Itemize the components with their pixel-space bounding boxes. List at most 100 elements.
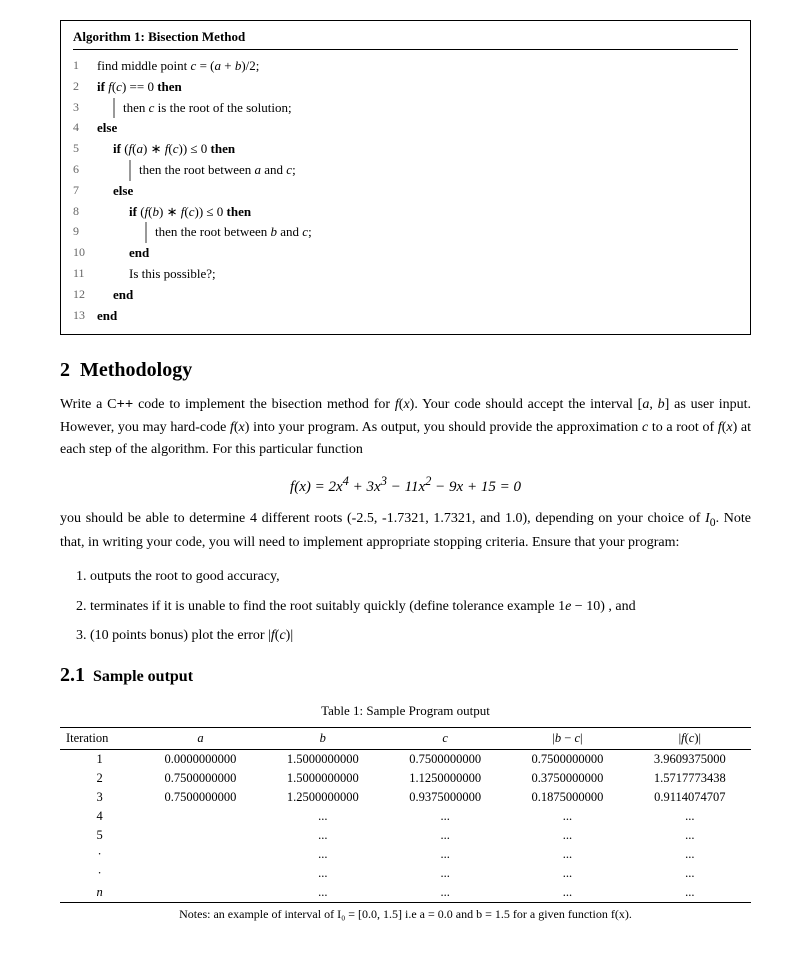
algo-line-13: 13 end [73,306,738,327]
cell-fc: ... [629,807,751,826]
cell-b: ... [262,864,384,883]
line-num-9: 9 [73,222,97,243]
algo-line-7: 7 else [73,181,738,202]
cell-bmc: ... [506,807,628,826]
cell-bmc: ... [506,883,628,903]
line-content-13: end [97,306,738,327]
cell-fc: ... [629,864,751,883]
table-row: · ... ... ... ... [60,864,751,883]
cell-fc: 0.9114074707 [629,788,751,807]
section2-num: 2 [60,359,70,382]
cell-c: 0.7500000000 [384,749,506,769]
line-content-4: else [97,118,738,139]
cell-bmc: 0.1875000000 [506,788,628,807]
table-row: 5 ... ... ... ... [60,826,751,845]
line-content-11: Is this possible?; [97,264,738,285]
line-num-5: 5 [73,139,97,160]
table-container: Table 1: Sample Program output Iteration… [60,703,751,924]
cell-c: 1.1250000000 [384,769,506,788]
line-content-10: end [97,243,738,264]
col-header-a: a [139,727,261,749]
cell-a [139,864,261,883]
cell-iter: · [60,845,139,864]
table-row: n ... ... ... ... [60,883,751,903]
cell-c: ... [384,883,506,903]
table-row: 2 0.7500000000 1.5000000000 1.1250000000… [60,769,751,788]
algorithm-title: Algorithm 1: Bisection Method [73,29,738,50]
list-item-3: (10 points bonus) plot the error |f(c)| [90,623,751,648]
table-row: 1 0.0000000000 1.5000000000 0.7500000000… [60,749,751,769]
cell-fc: ... [629,883,751,903]
line-num-1: 1 [73,56,97,77]
cell-a: 0.0000000000 [139,749,261,769]
cell-c: 0.9375000000 [384,788,506,807]
line-content-2: if f(c) == 0 then [97,77,738,98]
algo-line-11: 11 Is this possible?; [73,264,738,285]
cell-b: ... [262,826,384,845]
cell-c: ... [384,826,506,845]
line-content-5: if (f(a) ∗ f(c)) ≤ 0 then [97,139,738,160]
algo-line-3: 3 then c is the root of the solution; [73,98,738,119]
line-content-9: then the root between b and c; [97,222,738,243]
line-num-8: 8 [73,202,97,223]
col-header-fc: |f(c)| [629,727,751,749]
line-num-13: 13 [73,306,97,327]
line-content-12: end [97,285,738,306]
col-header-b: b [262,727,384,749]
cell-b: ... [262,883,384,903]
table-row: 3 0.7500000000 1.2500000000 0.9375000000… [60,788,751,807]
col-header-iteration: Iteration [60,727,139,749]
section2-para2: you should be able to determine 4 differ… [60,508,751,555]
section21-title: Sample output [93,668,193,686]
cell-a: 0.7500000000 [139,769,261,788]
cell-a [139,826,261,845]
cell-bmc: 0.3750000000 [506,769,628,788]
line-num-2: 2 [73,77,97,98]
algo-line-9: 9 then the root between b and c; [73,222,738,243]
algo-line-10: 10 end [73,243,738,264]
cell-b: 1.5000000000 [262,769,384,788]
cell-bmc: ... [506,864,628,883]
cell-bmc: ... [506,826,628,845]
cell-a [139,883,261,903]
algo-line-1: 1 find middle point c = (a + b)/2; [73,56,738,77]
cell-fc: ... [629,826,751,845]
table-row: · ... ... ... ... [60,845,751,864]
line-num-11: 11 [73,264,97,285]
col-header-bmc: |b − c| [506,727,628,749]
line-content-3: then c is the root of the solution; [97,98,738,119]
line-num-7: 7 [73,181,97,202]
cell-fc: 1.5717773438 [629,769,751,788]
cell-iter: n [60,883,139,903]
cell-b: ... [262,807,384,826]
line-num-12: 12 [73,285,97,306]
cell-iter: · [60,864,139,883]
line-num-3: 3 [73,98,97,119]
algo-line-8: 8 if (f(b) ∗ f(c)) ≤ 0 then [73,202,738,223]
section2-para1: Write a C++ code to implement the bisect… [60,394,751,461]
cell-iter: 5 [60,826,139,845]
cell-iter: 2 [60,769,139,788]
cell-fc: 3.9609375000 [629,749,751,769]
line-content-7: else [97,181,738,202]
cell-iter: 3 [60,788,139,807]
list-item-1: outputs the root to good accuracy, [90,564,751,589]
cell-a [139,845,261,864]
cell-b: 1.2500000000 [262,788,384,807]
line-content-6: then the root between a and c; [97,160,738,181]
list-item-2: terminates if it is unable to find the r… [90,594,751,619]
table-title: Table 1: Sample Program output [60,703,751,719]
cell-fc: ... [629,845,751,864]
col-header-c: c [384,727,506,749]
algo-line-6: 6 then the root between a and c; [73,160,738,181]
line-content-1: find middle point c = (a + b)/2; [97,56,738,77]
cell-iter: 4 [60,807,139,826]
cell-bmc: 0.7500000000 [506,749,628,769]
algo-line-4: 4 else [73,118,738,139]
line-num-6: 6 [73,160,97,181]
cell-a: 0.7500000000 [139,788,261,807]
cell-iter: 1 [60,749,139,769]
algo-line-5: 5 if (f(a) ∗ f(c)) ≤ 0 then [73,139,738,160]
formula-display: f(x) = 2x4 + 3x3 − 11x2 − 9x + 15 = 0 [60,474,751,496]
cell-b: ... [262,845,384,864]
